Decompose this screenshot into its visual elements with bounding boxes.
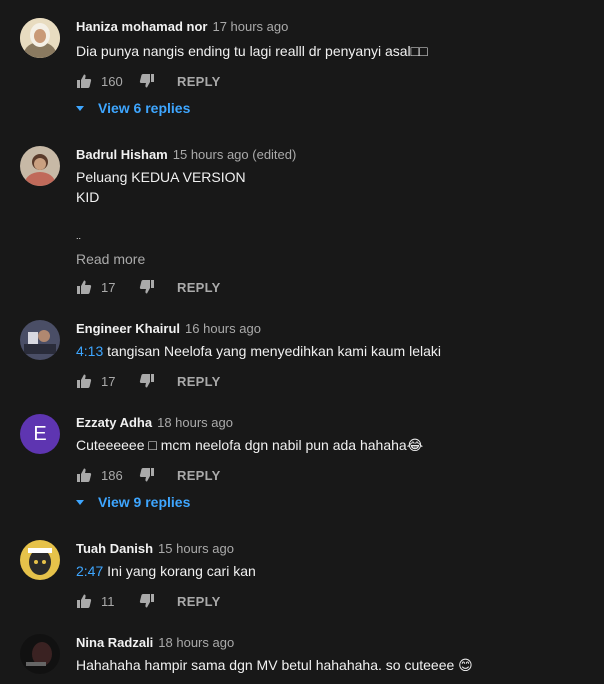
reply-button[interactable]: REPLY xyxy=(177,74,221,89)
avatar[interactable] xyxy=(20,146,60,186)
avatar-image xyxy=(20,146,60,186)
chevron-down-icon xyxy=(76,499,84,505)
thumbs-down-icon xyxy=(139,594,154,608)
dislike-button[interactable] xyxy=(139,279,155,295)
comment-time[interactable]: 18 hours ago xyxy=(158,635,234,650)
thumbs-down-icon xyxy=(139,280,154,294)
like-button[interactable] xyxy=(76,73,92,89)
reply-button[interactable]: REPLY xyxy=(177,280,221,295)
comment-header: Haniza mohamad nor 17 hours ago xyxy=(76,18,288,36)
view-replies-label: View 6 replies xyxy=(98,100,191,116)
comment-text-line: KID xyxy=(76,189,100,205)
reply-button[interactable]: REPLY xyxy=(177,468,221,483)
view-replies-label: View 9 replies xyxy=(98,494,191,510)
thumbs-up-icon xyxy=(77,468,92,482)
avatar[interactable]: E xyxy=(20,414,60,454)
comment-text: Hahahaha hampir sama dgn MV betul hahaha… xyxy=(76,657,473,673)
comment-text: 4:13 tangisan Neelofa yang menyedihkan k… xyxy=(76,341,441,361)
dislike-button[interactable] xyxy=(139,593,155,609)
like-button[interactable] xyxy=(76,279,92,295)
comment-time[interactable]: 15 hours ago (edited) xyxy=(173,147,297,162)
comment-time[interactable]: 16 hours ago xyxy=(185,321,261,336)
avatar-image xyxy=(20,320,60,360)
thumbs-up-icon xyxy=(77,594,92,608)
comment-actions: 160 REPLY xyxy=(76,71,221,91)
like-count: 17 xyxy=(101,373,116,389)
author-name[interactable]: Badrul Hisham xyxy=(76,147,168,162)
comment-text-body: tangisan Neelofa yang menyedihkan kami k… xyxy=(103,343,441,359)
thumbs-down-icon xyxy=(139,374,154,388)
avatar-image xyxy=(20,634,60,674)
author-name[interactable]: Tuah Danish xyxy=(76,541,153,556)
like-button[interactable] xyxy=(76,467,92,483)
comment-actions: 17 REPLY xyxy=(76,277,221,297)
comment-text-body: Ini yang korang cari kan xyxy=(103,563,256,579)
view-replies-button[interactable]: View 9 replies xyxy=(76,494,190,510)
comment-header: Engineer Khairul 16 hours ago xyxy=(76,320,261,338)
like-count: 186 xyxy=(101,467,123,483)
like-count: 17 xyxy=(101,279,116,295)
comment-header: Ezzaty Adha 18 hours ago xyxy=(76,414,233,432)
thumbs-up-icon xyxy=(77,374,92,388)
like-button[interactable] xyxy=(76,593,92,609)
comment-actions: 11 REPLY xyxy=(76,591,221,611)
comment-text: 2:47 Ini yang korang cari kan xyxy=(76,561,256,581)
avatar-image xyxy=(20,540,60,580)
comment-text: Cuteeeeee □ mcm neelofa dgn nabil pun ad… xyxy=(76,437,424,453)
like-button[interactable] xyxy=(76,373,92,389)
thumbs-up-icon xyxy=(77,74,92,88)
comment-time[interactable]: 18 hours ago xyxy=(157,415,233,430)
avatar[interactable] xyxy=(20,540,60,580)
comment-actions: 186 REPLY xyxy=(76,465,221,485)
avatar[interactable] xyxy=(20,634,60,674)
thumbs-down-icon xyxy=(139,74,154,88)
comment-text-line: .. xyxy=(76,231,82,241)
comment-header: Tuah Danish 15 hours ago xyxy=(76,540,234,558)
avatar[interactable] xyxy=(20,18,60,58)
thumbs-up-icon xyxy=(77,280,92,294)
comment-text: Dia punya nangis ending tu lagi realll d… xyxy=(76,43,428,59)
comment-header: Badrul Hisham 15 hours ago (edited) xyxy=(76,146,296,164)
comment-actions: 17 REPLY xyxy=(76,371,221,391)
chevron-down-icon xyxy=(76,105,84,111)
read-more-button[interactable]: Read more xyxy=(76,251,145,267)
timestamp-link[interactable]: 2:47 xyxy=(76,563,103,579)
reply-button[interactable]: REPLY xyxy=(177,374,221,389)
comment-time[interactable]: 17 hours ago xyxy=(212,19,288,34)
author-name[interactable]: Haniza mohamad nor xyxy=(76,19,207,34)
timestamp-link[interactable]: 4:13 xyxy=(76,343,103,359)
comment-header: Nina Radzali 18 hours ago xyxy=(76,634,234,652)
author-name[interactable]: Engineer Khairul xyxy=(76,321,180,336)
avatar[interactable] xyxy=(20,320,60,360)
dislike-button[interactable] xyxy=(139,467,155,483)
like-count: 11 xyxy=(101,593,115,609)
thumbs-down-icon xyxy=(139,468,154,482)
author-name[interactable]: Ezzaty Adha xyxy=(76,415,152,430)
dislike-button[interactable] xyxy=(139,373,155,389)
author-name[interactable]: Nina Radzali xyxy=(76,635,153,650)
avatar-letter: E xyxy=(33,422,47,445)
reply-button[interactable]: REPLY xyxy=(177,594,221,609)
dislike-button[interactable] xyxy=(139,73,155,89)
avatar-image xyxy=(20,18,60,58)
like-count: 160 xyxy=(101,73,123,89)
comment-text-line: Peluang KEDUA VERSION xyxy=(76,169,246,185)
comment-time[interactable]: 15 hours ago xyxy=(158,541,234,556)
view-replies-button[interactable]: View 6 replies xyxy=(76,100,190,116)
